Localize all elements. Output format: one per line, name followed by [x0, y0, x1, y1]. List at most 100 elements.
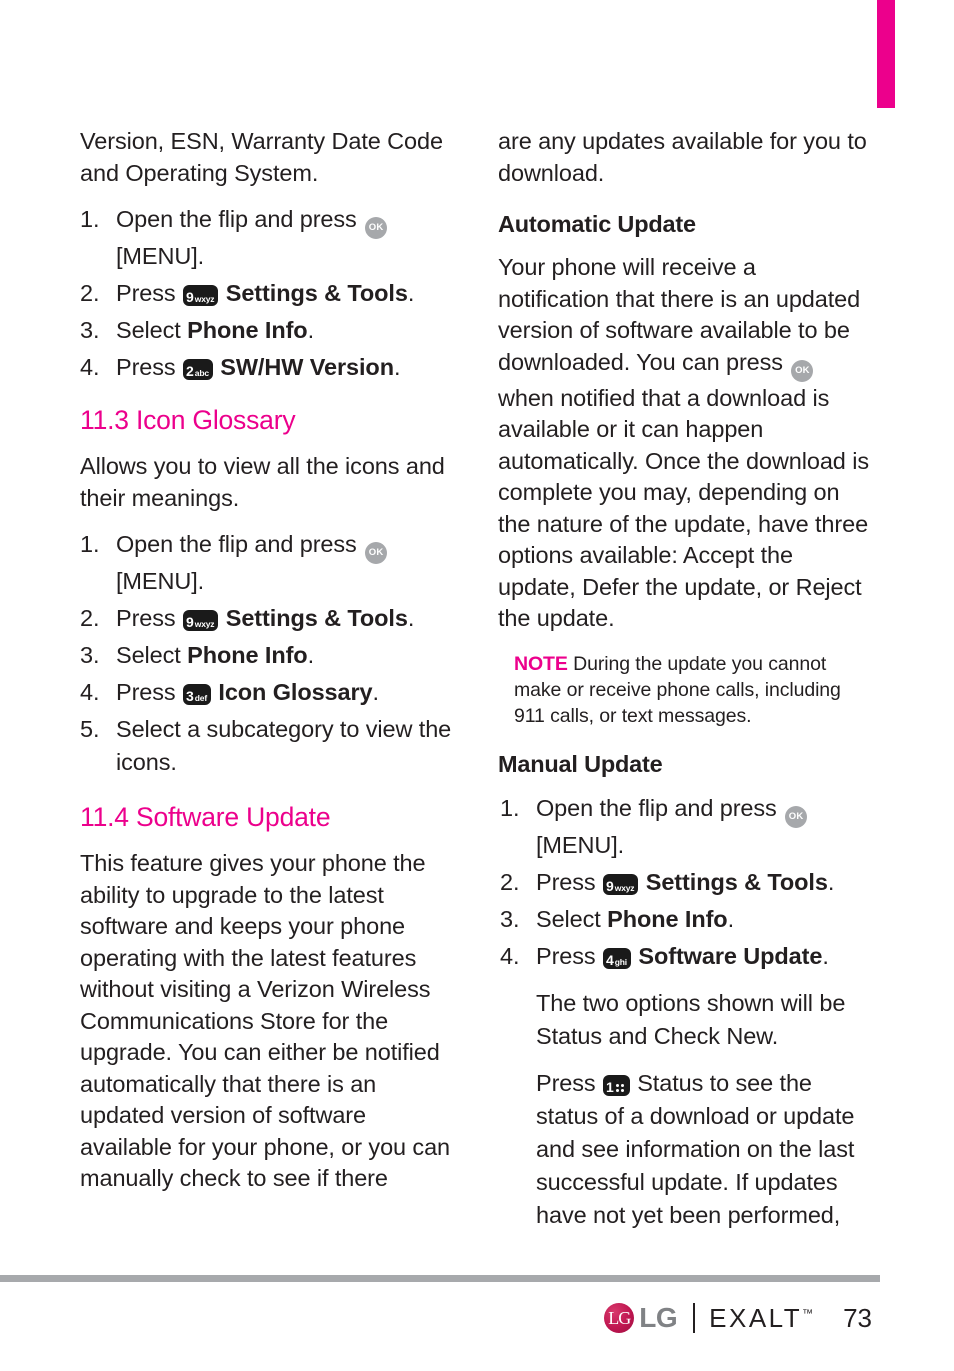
- step-bold-label: Settings & Tools: [225, 280, 408, 306]
- key-letters: abc: [194, 368, 209, 378]
- ok-key-icon: OK: [365, 217, 388, 239]
- page-number: 73: [843, 1303, 872, 1333]
- note-block: NOTE During the update you cannot make o…: [498, 651, 873, 729]
- step-item: Press 3def Icon Glossary.: [80, 676, 455, 709]
- step-text: Select: [116, 642, 188, 668]
- key-digit: 9: [186, 614, 194, 630]
- step-text: Select a subcategory to view the icons.: [116, 716, 452, 775]
- continued-paragraph: are any updates available for you to dow…: [498, 128, 867, 186]
- intro-paragraph: Version, ESN, Warranty Date Code and Ope…: [80, 128, 443, 186]
- step-item: Open the flip and press OK [MENU].: [498, 792, 873, 862]
- step-bold-label: Settings & Tools: [645, 868, 828, 895]
- substep-part-1: Press: [536, 1069, 602, 1096]
- footer-divider: [0, 1275, 880, 1282]
- step-text: Press: [536, 942, 602, 969]
- key-letters: wxyz: [194, 619, 215, 629]
- key-digit: 9: [606, 877, 614, 894]
- key-letters: ghi: [614, 956, 627, 967]
- step-item: Select Phone Info.: [80, 639, 455, 672]
- paragraph-part-1: Your phone will receive a notification t…: [498, 254, 861, 375]
- paragraph-part-2: when notified that a download is availab…: [498, 384, 869, 632]
- exalt-text: EXALT: [709, 1303, 803, 1333]
- lg-logo-icon: LG: [604, 1303, 635, 1333]
- step-bold-label: Software Update: [638, 942, 823, 969]
- key-9-wxyz-icon: 9wxyz: [183, 285, 219, 306]
- step-text: Open the flip and press: [536, 794, 784, 821]
- footer-brand-group: LG LG EXALT™ 73: [604, 1298, 872, 1338]
- manual-update-substep-1: The two options shown will be Status and…: [536, 989, 846, 1049]
- key-voicemail-dots-icon: [615, 1083, 626, 1094]
- step-period: .: [822, 942, 829, 969]
- step-bold-label: Icon Glossary: [218, 679, 373, 705]
- automatic-update-paragraph: Your phone will receive a notification t…: [498, 252, 873, 635]
- key-9-wxyz-icon: 9wxyz: [183, 610, 219, 631]
- step-text: Press: [116, 280, 182, 306]
- key-digit: 1: [606, 1078, 614, 1095]
- key-letters: wxyz: [614, 882, 635, 893]
- step-item: Press 2abc SW/HW Version.: [80, 351, 455, 384]
- right-column: are any updates available for you to dow…: [498, 126, 873, 1232]
- step-item: Press 9wxyz Settings & Tools.: [80, 602, 455, 635]
- step-text: Select: [536, 905, 608, 932]
- ok-key-icon: OK: [785, 805, 808, 828]
- key-2-abc-icon: 2abc: [183, 359, 213, 380]
- ok-key-icon: OK: [365, 542, 388, 564]
- step-text-menu: [MENU].: [116, 568, 205, 594]
- manual-update-steps: Open the flip and press OK [MENU]. Press…: [498, 792, 873, 973]
- step-period: .: [307, 642, 315, 668]
- step-period: .: [727, 905, 735, 932]
- lg-logo-face: LG: [608, 1308, 631, 1328]
- manual-update-substep-2: Press 1 Status to see the status of a do…: [536, 1067, 873, 1232]
- section-heading-11-3: 11.3 Icon Glossary: [80, 405, 296, 435]
- step-text-menu: [MENU].: [536, 831, 625, 858]
- step-bold-label: Phone Info: [607, 905, 728, 932]
- footer-separator: [693, 1303, 696, 1333]
- key-digit: 2: [186, 363, 194, 379]
- page-content: Version, ESN, Warranty Date Code and Ope…: [0, 0, 954, 1250]
- step-period: .: [407, 280, 415, 306]
- step-item: Open the flip and press OK [MENU].: [80, 528, 455, 598]
- step-period: .: [407, 605, 415, 631]
- step-period: .: [372, 679, 380, 705]
- step-item: Open the flip and press OK [MENU].: [80, 203, 455, 273]
- key-digit: 3: [186, 688, 194, 704]
- step-item: Press 9wxyz Settings & Tools.: [80, 277, 455, 310]
- step-text: Press: [116, 679, 182, 705]
- key-4-ghi-icon: 4ghi: [603, 947, 631, 969]
- trademark-symbol: ™: [802, 1308, 814, 1320]
- step-item: Press 9wxyz Settings & Tools.: [498, 866, 873, 899]
- sw-hw-version-steps: Open the flip and press OK [MENU]. Press…: [80, 203, 455, 384]
- step-bold-label: Settings & Tools: [225, 605, 408, 631]
- step-text: Select: [116, 317, 188, 343]
- section-11-3-paragraph: Allows you to view all the icons and the…: [80, 453, 445, 511]
- section-11-4-paragraph: This feature gives your phone the abilit…: [80, 850, 451, 1191]
- key-9-wxyz-icon: 9wxyz: [603, 873, 639, 895]
- step-text: Open the flip and press: [116, 531, 364, 557]
- step-text: Press: [536, 868, 602, 895]
- lg-wordmark: LG: [639, 1302, 678, 1333]
- icon-glossary-steps: Open the flip and press OK [MENU]. Press…: [80, 528, 455, 779]
- automatic-update-heading: Automatic Update: [498, 211, 696, 237]
- step-period: .: [307, 317, 315, 343]
- exalt-wordmark: EXALT™: [709, 1305, 813, 1331]
- key-letters: wxyz: [194, 294, 215, 304]
- step-item: Press 4ghi Software Update.: [498, 940, 873, 973]
- step-item: Select Phone Info.: [498, 903, 873, 936]
- section-heading-11-4: 11.4 Software Update: [80, 802, 331, 832]
- page-footer: LG LG EXALT™ 73: [0, 1290, 954, 1350]
- key-digit: 9: [186, 289, 194, 305]
- key-letters: def: [194, 693, 207, 703]
- manual-update-heading: Manual Update: [498, 750, 663, 777]
- step-bold-label: SW/HW Version: [220, 354, 394, 380]
- step-text-menu: [MENU].: [116, 243, 205, 269]
- ok-key-icon: OK: [791, 359, 814, 382]
- step-period: .: [393, 354, 401, 380]
- left-column: Version, ESN, Warranty Date Code and Ope…: [80, 126, 455, 1209]
- key-digit: 4: [606, 951, 614, 968]
- step-text: Press: [116, 605, 182, 631]
- step-item: Select a subcategory to view the icons.: [80, 713, 455, 779]
- step-period: .: [827, 868, 835, 895]
- key-1-voicemail-icon: 1: [603, 1074, 630, 1096]
- step-text: Press: [116, 354, 182, 380]
- step-bold-label: Phone Info: [187, 642, 308, 668]
